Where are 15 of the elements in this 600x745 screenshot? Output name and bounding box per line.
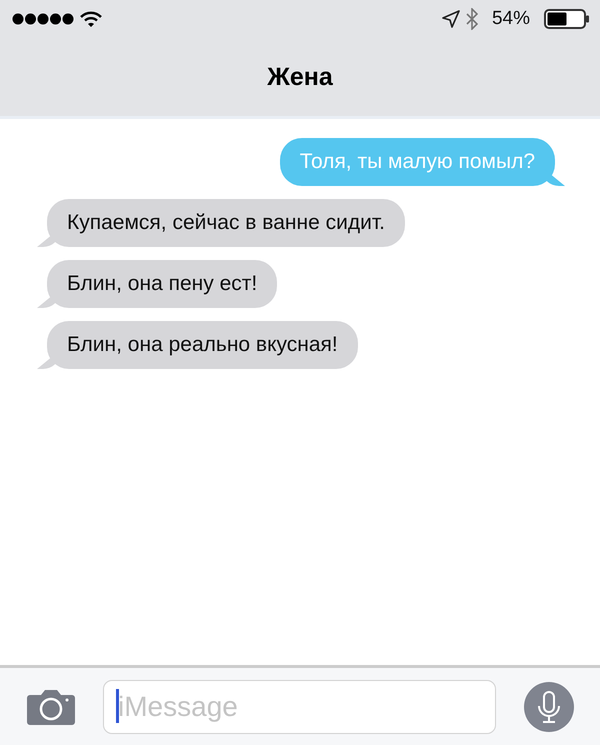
- message-bubble: Купаемся, сейчас в ванне сидит.: [37, 199, 405, 247]
- signal-icon: [12, 12, 74, 26]
- wifi-icon: [80, 11, 102, 27]
- message-bubble: Блин, она реально вкусная!: [37, 321, 358, 369]
- message-input-field[interactable]: iMessage: [103, 680, 496, 734]
- conversation-title: Жена: [267, 62, 333, 92]
- bluetooth-icon: [466, 8, 478, 30]
- location-icon: [442, 10, 460, 28]
- camera-icon[interactable]: [27, 688, 75, 724]
- battery-percentage: 54%: [492, 8, 530, 30]
- microphone-icon[interactable]: [524, 682, 574, 732]
- message-bubble: Блин, она пену ест!: [37, 260, 278, 308]
- battery-icon: [544, 9, 590, 29]
- message-bubble: Толя, ты малую помыл?: [280, 138, 565, 186]
- text-cursor: [116, 688, 119, 722]
